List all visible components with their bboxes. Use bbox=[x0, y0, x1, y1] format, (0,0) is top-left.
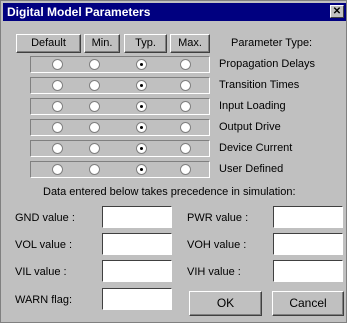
digital-model-parameters-dialog: Digital Model Parameters ✕ Default Min. … bbox=[0, 0, 347, 323]
row-label: User Defined bbox=[219, 163, 284, 175]
radio-default[interactable] bbox=[52, 143, 63, 154]
radio-min[interactable] bbox=[89, 80, 100, 91]
parameter-row bbox=[30, 161, 210, 178]
radio-typ[interactable] bbox=[136, 80, 147, 91]
radio-max[interactable] bbox=[180, 122, 191, 133]
radio-min[interactable] bbox=[89, 59, 100, 70]
vih-value-label: VIH value : bbox=[187, 266, 241, 278]
radio-default[interactable] bbox=[52, 164, 63, 175]
vih-value-input[interactable] bbox=[273, 260, 343, 282]
radio-typ[interactable] bbox=[136, 59, 147, 70]
warn-flag-label: WARN flag: bbox=[15, 294, 73, 306]
parameter-row bbox=[30, 98, 210, 115]
radio-max[interactable] bbox=[180, 101, 191, 112]
radio-default[interactable] bbox=[52, 59, 63, 70]
radio-default[interactable] bbox=[52, 101, 63, 112]
warn-flag-input[interactable] bbox=[102, 288, 172, 310]
max-button[interactable]: Max. bbox=[170, 34, 210, 53]
title-bar: Digital Model Parameters ✕ bbox=[3, 3, 346, 21]
parameter-row bbox=[30, 77, 210, 94]
parameter-type-label: Parameter Type: bbox=[231, 37, 313, 49]
vol-value-input[interactable] bbox=[102, 233, 172, 255]
radio-max[interactable] bbox=[180, 80, 191, 91]
pwr-value-input[interactable] bbox=[273, 206, 343, 228]
gnd-value-label: GND value : bbox=[15, 212, 75, 224]
default-button[interactable]: Default bbox=[16, 34, 81, 53]
radio-typ[interactable] bbox=[136, 122, 147, 133]
radio-default[interactable] bbox=[52, 80, 63, 91]
vil-value-label: VIL value : bbox=[15, 266, 67, 278]
pwr-value-label: PWR value : bbox=[187, 212, 249, 224]
radio-min[interactable] bbox=[89, 143, 100, 154]
ok-button[interactable]: OK bbox=[189, 291, 262, 316]
row-label: Output Drive bbox=[219, 121, 281, 133]
window-title: Digital Model Parameters bbox=[7, 5, 151, 19]
precedence-note: Data entered below takes precedence in s… bbox=[43, 186, 296, 198]
radio-min[interactable] bbox=[89, 122, 100, 133]
min-button[interactable]: Min. bbox=[84, 34, 120, 53]
radio-max[interactable] bbox=[180, 143, 191, 154]
gnd-value-input[interactable] bbox=[102, 206, 172, 228]
row-label: Propagation Delays bbox=[219, 58, 316, 70]
row-label: Transition Times bbox=[219, 79, 300, 91]
voh-value-label: VOH value : bbox=[187, 239, 247, 251]
radio-typ[interactable] bbox=[136, 164, 147, 175]
row-label: Input Loading bbox=[219, 100, 286, 112]
close-button[interactable]: ✕ bbox=[330, 5, 344, 18]
row-label: Device Current bbox=[219, 142, 293, 154]
radio-typ[interactable] bbox=[136, 143, 147, 154]
radio-min[interactable] bbox=[89, 164, 100, 175]
vol-value-label: VOL value : bbox=[15, 239, 73, 251]
parameter-row bbox=[30, 140, 210, 157]
parameter-row bbox=[30, 119, 210, 136]
close-icon: ✕ bbox=[332, 6, 342, 17]
radio-max[interactable] bbox=[180, 164, 191, 175]
radio-default[interactable] bbox=[52, 122, 63, 133]
radio-typ[interactable] bbox=[136, 101, 147, 112]
typ-button[interactable]: Typ. bbox=[124, 34, 167, 53]
radio-min[interactable] bbox=[89, 101, 100, 112]
parameter-row bbox=[30, 56, 210, 73]
cancel-button[interactable]: Cancel bbox=[272, 291, 344, 316]
voh-value-input[interactable] bbox=[273, 233, 343, 255]
radio-max[interactable] bbox=[180, 59, 191, 70]
vil-value-input[interactable] bbox=[102, 260, 172, 282]
